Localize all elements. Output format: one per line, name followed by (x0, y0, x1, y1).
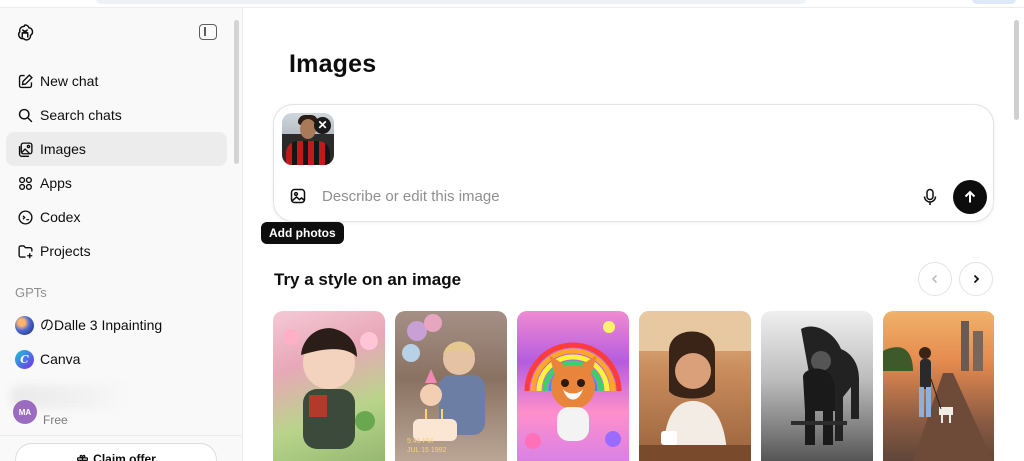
add-photos-tooltip: Add photos (261, 222, 344, 244)
address-bar[interactable] (96, 0, 806, 4)
image-prompt-input[interactable] (322, 184, 882, 208)
style-card-preview (883, 321, 993, 461)
sidebar-item-codex[interactable]: Codex (6, 200, 227, 234)
new-chat-icon (16, 72, 34, 90)
sidebar-item-label: Search chats (40, 107, 122, 123)
style-card-preview (524, 321, 622, 449)
thumbnail-figure (286, 141, 330, 165)
gpt-list: のDalle 3 Inpainting C Canva (6, 308, 227, 376)
sidebar-scrollbar[interactable] (234, 20, 239, 164)
main-scrollbar[interactable] (1014, 20, 1019, 120)
svg-text:JUL 15 1992: JUL 15 1992 (407, 447, 447, 454)
sidebar-item-search-chats[interactable]: Search chats (6, 98, 227, 132)
sidebar-divider (0, 435, 243, 436)
style-card[interactable] (273, 311, 385, 461)
add-photos-icon[interactable] (289, 187, 307, 205)
dalle-avatar-icon (15, 315, 34, 335)
gpt-item-label: Canva (40, 351, 81, 367)
openai-logo-icon[interactable] (14, 22, 36, 44)
send-button[interactable] (953, 180, 987, 214)
claim-offer-button[interactable]: Claim offer (15, 443, 217, 461)
style-card-preview (791, 326, 859, 445)
style-carousel: 5:45 PM JUL 15 1992 (273, 311, 994, 461)
svg-text:5:45 PM: 5:45 PM (407, 438, 433, 445)
folder-plus-icon (16, 242, 34, 260)
sidebar-item-projects[interactable]: Projects (6, 234, 227, 268)
apps-icon (16, 174, 34, 192)
sidebar-item-label: Projects (40, 243, 91, 259)
toggle-sidebar-icon[interactable] (199, 24, 217, 40)
user-profile[interactable]: MA Free (0, 381, 243, 427)
sidebar-item-label: Apps (40, 175, 72, 191)
canva-avatar-icon: C (15, 349, 34, 369)
browser-action[interactable] (972, 0, 1016, 4)
style-card[interactable]: 5:45 PM JUL 15 1992 (395, 311, 507, 461)
avatar: MA (13, 400, 37, 424)
browser-top-strip (0, 0, 1024, 8)
sidebar-item-label: Images (40, 141, 86, 157)
claim-offer-label: Claim offer (93, 452, 156, 461)
search-icon (16, 106, 34, 124)
chevron-right-icon (973, 274, 980, 284)
style-card[interactable] (517, 311, 629, 461)
sidebar-item-images[interactable]: Images (6, 132, 227, 166)
remove-attachment-icon[interactable]: ✕ (314, 117, 331, 134)
sidebar-item-label: New chat (40, 73, 99, 89)
page-title: Images (289, 50, 377, 78)
sidebar: New chat Search chats Images Apps Codex (0, 8, 243, 461)
chevron-left-icon (931, 274, 938, 284)
style-card-preview (639, 311, 751, 461)
microphone-icon[interactable] (922, 188, 938, 206)
style-card[interactable] (761, 311, 873, 461)
sidebar-item-new-chat[interactable]: New chat (6, 64, 227, 98)
codex-icon (16, 208, 34, 226)
gift-icon (77, 454, 89, 461)
arrow-up-icon (964, 190, 976, 203)
gpt-item-label: のDalle 3 Inpainting (40, 317, 163, 333)
sidebar-item-apps[interactable]: Apps (6, 166, 227, 200)
gpt-item-canva[interactable]: C Canva (6, 342, 227, 376)
sidebar-item-label: Codex (40, 209, 81, 225)
gpt-item-dalle-inpainting[interactable]: のDalle 3 Inpainting (6, 308, 227, 342)
images-icon (16, 140, 34, 158)
style-card-preview: 5:45 PM JUL 15 1992 (402, 314, 485, 454)
carousel-next-button[interactable] (959, 262, 993, 296)
style-card[interactable] (639, 311, 751, 461)
style-card[interactable] (883, 311, 994, 461)
user-plan: Free (43, 413, 68, 427)
style-card-preview (283, 328, 378, 449)
image-prompt-composer: ✕ (273, 104, 994, 222)
gpts-section-label: GPTs (15, 285, 47, 300)
sidebar-nav: New chat Search chats Images Apps Codex (6, 64, 227, 268)
carousel-prev-button[interactable] (918, 262, 952, 296)
styles-section-title: Try a style on an image (274, 270, 462, 289)
